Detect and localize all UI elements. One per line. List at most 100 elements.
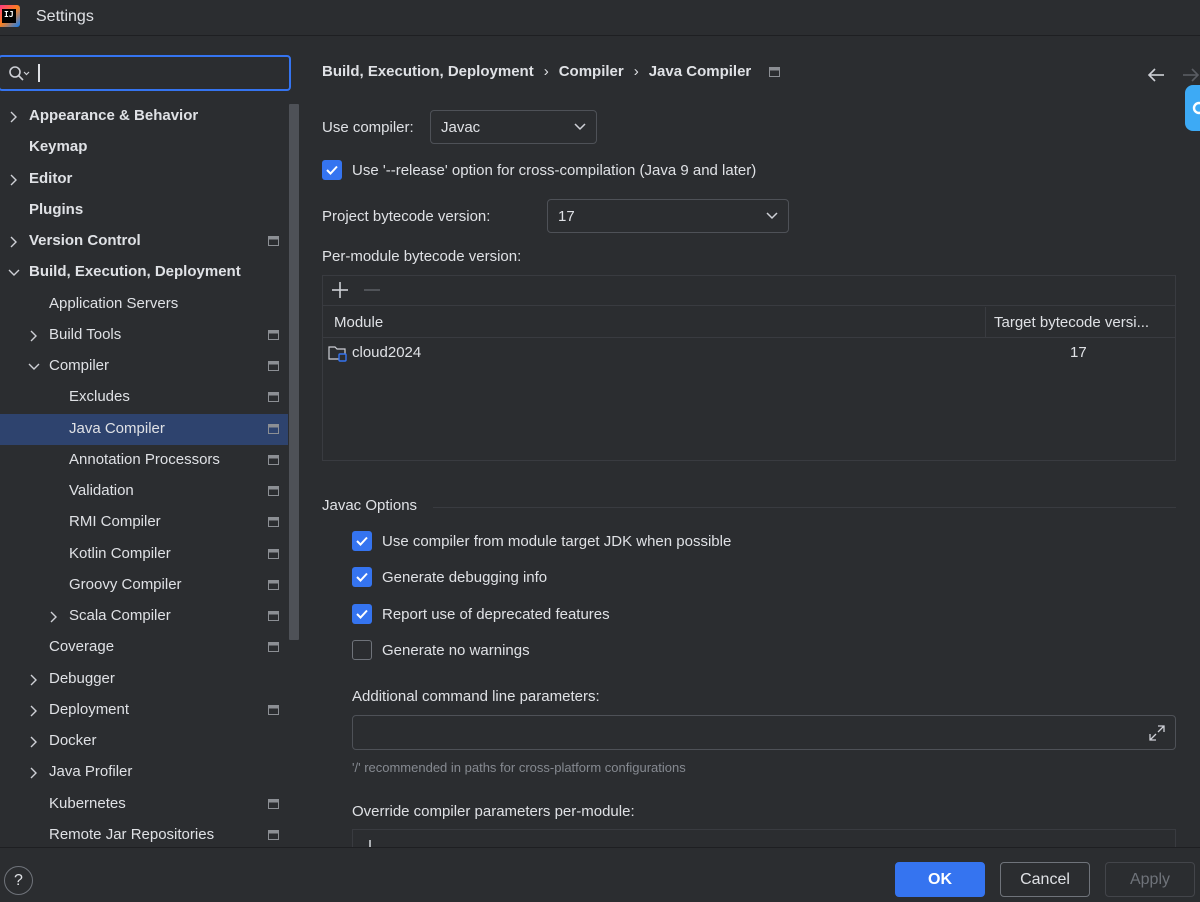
tree-item-label: Kotlin Compiler <box>69 545 171 562</box>
deprecated-features-checkbox[interactable] <box>352 604 372 624</box>
project-bytecode-label: Project bytecode version: <box>322 208 491 225</box>
chevron-down-icon[interactable] <box>8 267 20 279</box>
tree-item[interactable]: Kubernetes <box>0 789 300 820</box>
tree-item[interactable]: Remote Jar Repositories <box>0 820 300 847</box>
back-arrow-icon[interactable] <box>1147 68 1164 82</box>
tree-item-label: Excludes <box>69 388 130 405</box>
chevron-right-icon[interactable] <box>8 236 20 248</box>
chevron-right-icon[interactable] <box>48 611 60 623</box>
cancel-button[interactable]: Cancel <box>1000 862 1090 897</box>
table-row[interactable]: cloud2024 17 <box>323 339 1175 367</box>
tree-item[interactable]: Docker <box>0 726 300 757</box>
tree-item[interactable]: Build, Execution, Deployment <box>0 257 300 288</box>
search-input[interactable] <box>0 55 291 91</box>
assistant-icon <box>1192 101 1200 115</box>
settings-sidebar: Appearance & Behavior Keymap Editor Plugins… <box>0 37 300 847</box>
tree-item-label: Java Profiler <box>49 763 133 780</box>
add-icon[interactable] <box>332 282 348 298</box>
chevron-down-icon[interactable] <box>28 361 40 373</box>
checkmark-icon <box>356 572 368 582</box>
breadcrumb-item[interactable]: Compiler <box>559 63 624 80</box>
tree-item[interactable]: Annotation Processors <box>0 445 300 476</box>
project-level-icon <box>268 455 279 465</box>
tree-item-label: Build Tools <box>49 326 122 343</box>
project-level-icon <box>268 580 279 590</box>
tree-item[interactable]: Debugger <box>0 664 300 695</box>
release-option-checkbox[interactable] <box>322 160 342 180</box>
use-compiler-select[interactable]: Javac <box>430 110 597 144</box>
forward-arrow-icon[interactable] <box>1183 68 1200 82</box>
additional-params-input[interactable] <box>352 715 1176 750</box>
tree-item[interactable]: Compiler <box>0 351 300 382</box>
breadcrumb-separator: › <box>543 63 549 80</box>
tree-item-label: Remote Jar Repositories <box>49 826 215 843</box>
assistant-side-tab[interactable] <box>1185 85 1200 131</box>
tree-item-label: Annotation Processors <box>69 451 220 468</box>
column-header-target[interactable]: Target bytecode versi... <box>994 314 1149 331</box>
tree-item-label: Scala Compiler <box>69 607 171 624</box>
module-target-jdk-label[interactable]: Use compiler from module target JDK when… <box>382 533 731 550</box>
module-target-jdk-checkbox[interactable] <box>352 531 372 551</box>
project-level-icon <box>268 549 279 559</box>
additional-params-label: Additional command line parameters: <box>352 688 600 705</box>
chevron-right-icon[interactable] <box>28 767 40 779</box>
debugging-info-label[interactable]: Generate debugging info <box>382 569 547 586</box>
chevron-down-icon <box>574 123 586 131</box>
project-bytecode-value: 17 <box>558 207 575 225</box>
column-header-module[interactable]: Module <box>334 314 383 331</box>
tree-item[interactable]: Validation <box>0 476 300 507</box>
chevron-right-icon[interactable] <box>28 736 40 748</box>
tree-item[interactable]: Application Servers <box>0 289 300 320</box>
tree-item-label: Application Servers <box>49 295 179 312</box>
chevron-right-icon[interactable] <box>28 674 40 686</box>
table-actions <box>332 282 380 298</box>
ok-button[interactable]: OK <box>895 862 985 897</box>
tree-item[interactable]: Plugins <box>0 195 300 226</box>
no-warnings-label[interactable]: Generate no warnings <box>382 642 530 659</box>
checkmark-icon <box>356 609 368 619</box>
tree-item[interactable]: RMI Compiler <box>0 507 300 538</box>
chevron-right-icon[interactable] <box>8 174 20 186</box>
table-toolbar <box>323 276 1175 306</box>
tree-item[interactable]: Excludes <box>0 382 300 413</box>
release-option-label[interactable]: Use '--release' option for cross-compila… <box>352 162 756 179</box>
breadcrumb-item[interactable]: Build, Execution, Deployment <box>322 63 534 80</box>
no-warnings-checkbox[interactable] <box>352 640 372 660</box>
deprecated-features-label[interactable]: Report use of deprecated features <box>382 606 610 623</box>
tree-item[interactable]: Kotlin Compiler <box>0 539 300 570</box>
project-bytecode-select[interactable]: 17 <box>547 199 789 233</box>
apply-button[interactable]: Apply <box>1105 862 1195 897</box>
expand-icon[interactable] <box>1147 723 1167 743</box>
tree-item[interactable]: Scala Compiler <box>0 601 300 632</box>
tree-item-label: Java Compiler <box>69 420 165 437</box>
settings-tree: Appearance & Behavior Keymap Editor Plugins… <box>0 101 300 847</box>
tree-item[interactable]: Java Profiler <box>0 757 300 788</box>
navigation-arrows <box>1147 68 1200 82</box>
tree-item[interactable]: Version Control <box>0 226 300 257</box>
chevron-down-icon <box>766 212 778 220</box>
chevron-right-icon[interactable] <box>28 330 40 342</box>
debugging-info-checkbox[interactable] <box>352 567 372 587</box>
tree-item-label: Coverage <box>49 638 115 655</box>
tree-item[interactable]: Build Tools <box>0 320 300 351</box>
project-level-icon <box>268 392 279 402</box>
chevron-right-icon[interactable] <box>8 111 20 123</box>
text-caret <box>38 64 40 82</box>
tree-item[interactable]: Java Compiler <box>0 414 300 445</box>
checkmark-icon <box>326 165 338 175</box>
tree-item-label: Keymap <box>29 138 88 155</box>
project-level-icon <box>268 330 279 340</box>
path-hint: '/' recommended in paths for cross-platf… <box>352 760 686 775</box>
tree-item[interactable]: Editor <box>0 164 300 195</box>
breadcrumb-item: Java Compiler <box>648 63 752 80</box>
chevron-right-icon[interactable] <box>28 705 40 717</box>
tree-item[interactable]: Appearance & Behavior <box>0 101 300 132</box>
sidebar-scrollbar-thumb[interactable] <box>289 104 299 640</box>
project-level-icon <box>268 611 279 621</box>
tree-item[interactable]: Groovy Compiler <box>0 570 300 601</box>
tree-item[interactable]: Coverage <box>0 632 300 663</box>
tree-item[interactable]: Deployment <box>0 695 300 726</box>
tree-item[interactable]: Keymap <box>0 132 300 163</box>
column-divider[interactable] <box>985 307 986 338</box>
help-button[interactable]: ? <box>4 866 33 895</box>
